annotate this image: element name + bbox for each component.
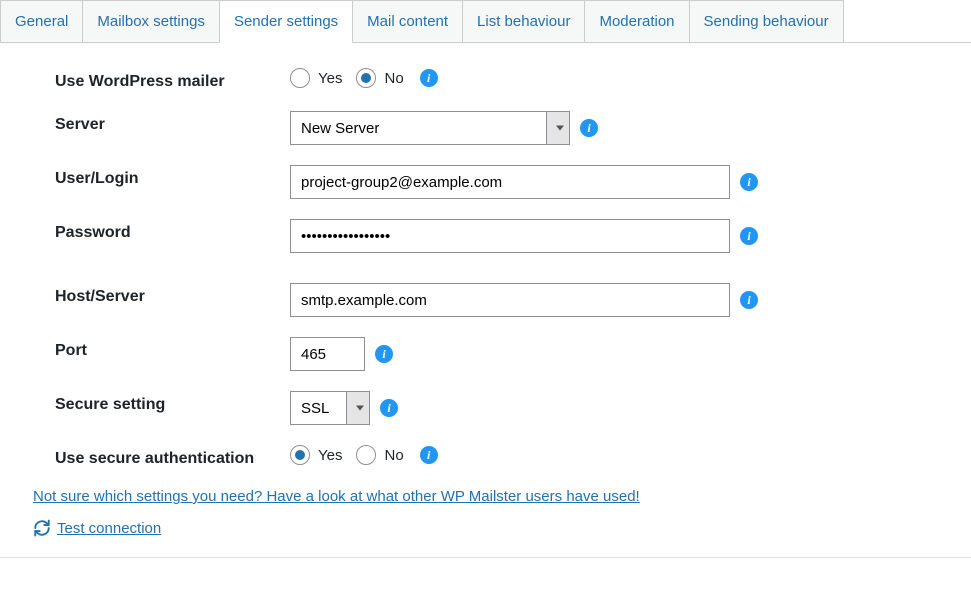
- refresh-icon: [33, 519, 51, 537]
- wp-mailer-no-label: No: [384, 70, 403, 87]
- user-label: User/Login: [55, 165, 290, 188]
- info-icon[interactable]: i: [375, 345, 393, 363]
- wp-mailer-radio-no[interactable]: [356, 68, 376, 88]
- sender-settings-form: Use WordPress mailer Yes No i Server New…: [0, 43, 971, 558]
- info-icon[interactable]: i: [740, 227, 758, 245]
- secure-auth-radio-no[interactable]: [356, 445, 376, 465]
- test-connection-row: Test connection: [33, 519, 941, 537]
- tab-general[interactable]: General: [0, 0, 83, 42]
- port-input[interactable]: [290, 337, 365, 371]
- row-secure: Secure setting SSL i: [55, 391, 941, 425]
- secure-auth-no-label: No: [384, 447, 403, 464]
- secure-auth-label: Use secure authentication: [55, 445, 290, 468]
- info-icon[interactable]: i: [420, 69, 438, 87]
- server-label: Server: [55, 111, 290, 134]
- row-user: User/Login i: [55, 165, 941, 199]
- tab-moderation[interactable]: Moderation: [584, 0, 689, 42]
- wp-mailer-label: Use WordPress mailer: [55, 68, 290, 91]
- tab-list-behaviour[interactable]: List behaviour: [462, 0, 585, 42]
- user-input[interactable]: [290, 165, 730, 199]
- password-label: Password: [55, 219, 290, 242]
- secure-label: Secure setting: [55, 391, 290, 414]
- help-link[interactable]: Not sure which settings you need? Have a…: [33, 488, 640, 505]
- tab-sender-settings[interactable]: Sender settings: [219, 0, 353, 43]
- info-icon[interactable]: i: [580, 119, 598, 137]
- tab-mailbox-settings[interactable]: Mailbox settings: [82, 0, 220, 42]
- info-icon[interactable]: i: [740, 291, 758, 309]
- row-server: Server New Server i: [55, 111, 941, 145]
- row-password: Password i: [55, 219, 941, 253]
- wp-mailer-radio-yes[interactable]: [290, 68, 310, 88]
- help-link-row: Not sure which settings you need? Have a…: [33, 488, 941, 505]
- host-input[interactable]: [290, 283, 730, 317]
- info-icon[interactable]: i: [740, 173, 758, 191]
- secure-auth-yes-label: Yes: [318, 447, 342, 464]
- row-host: Host/Server i: [55, 283, 941, 317]
- tab-mail-content[interactable]: Mail content: [352, 0, 463, 42]
- info-icon[interactable]: i: [380, 399, 398, 417]
- wp-mailer-yes-label: Yes: [318, 70, 342, 87]
- row-secure-auth: Use secure authentication Yes No i: [55, 445, 941, 468]
- port-label: Port: [55, 337, 290, 360]
- server-select[interactable]: New Server: [290, 111, 570, 145]
- tab-bar: General Mailbox settings Sender settings…: [0, 0, 971, 43]
- row-port: Port i: [55, 337, 941, 371]
- row-wp-mailer: Use WordPress mailer Yes No i: [55, 68, 941, 91]
- host-label: Host/Server: [55, 283, 290, 306]
- secure-auth-radio-yes[interactable]: [290, 445, 310, 465]
- password-input[interactable]: [290, 219, 730, 253]
- test-connection-link[interactable]: Test connection: [57, 520, 161, 537]
- secure-select[interactable]: SSL: [290, 391, 370, 425]
- tab-sending-behaviour[interactable]: Sending behaviour: [689, 0, 844, 42]
- info-icon[interactable]: i: [420, 446, 438, 464]
